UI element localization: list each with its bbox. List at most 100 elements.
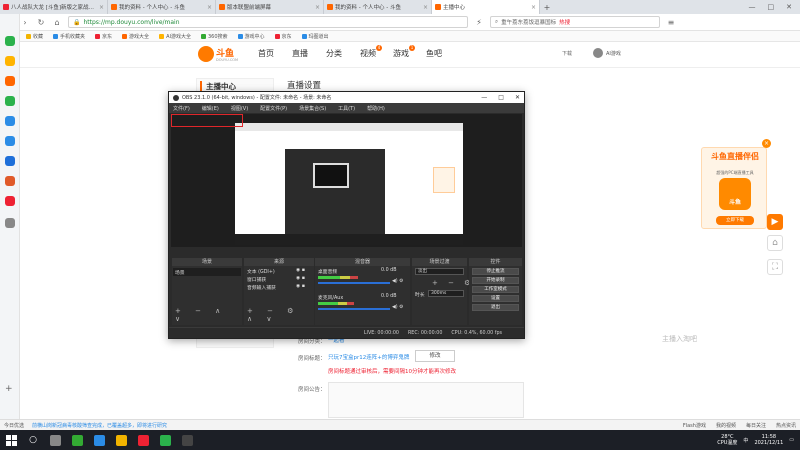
add-panel-icon[interactable]: + [5,384,13,394]
menu-icon[interactable]: ≡ [666,18,676,27]
browser-tab[interactable]: 我的资料 - 个人中心 - 斗鱼 × [108,0,216,14]
fullscreen-icon[interactable]: ⛶ [767,259,783,275]
side-panel-app-icon[interactable] [5,196,15,206]
source-item[interactable]: 文本 (GDI+) [247,268,275,275]
mute-speaker-icon[interactable]: ◀) ⚙ [392,305,403,310]
obs-menu-item[interactable]: 帮助(H) [367,105,385,112]
modify-title-button[interactable]: 修改 [415,350,455,362]
bookmark-item[interactable]: 玛图道出 [301,33,329,40]
obs-maximize-button[interactable]: □ [498,94,504,101]
obs-minimize-button[interactable]: — [481,94,487,101]
taskbar-app[interactable] [110,430,132,450]
status-link[interactable]: 我的视频 [716,422,736,429]
nav-item[interactable]: 鱼吧 [426,48,442,59]
announcement-textarea[interactable] [328,382,524,418]
ad-close-icon[interactable]: × [762,139,771,148]
notification-icon[interactable]: ▭ [789,437,794,443]
control-button[interactable]: 停止推流 [472,268,519,275]
transition-select[interactable]: 淡出 [415,268,464,275]
bolt-icon[interactable]: ⚡ [474,18,484,27]
taskbar-app[interactable] [154,430,176,450]
volume-slider[interactable] [318,308,390,310]
download-link[interactable]: 下载 [562,50,572,57]
username[interactable]: AI游戏 [606,50,621,57]
control-button[interactable]: 开始录制 [472,277,519,284]
bookmark-item[interactable]: 游戏中心 [237,33,265,40]
side-panel-app-icon[interactable] [5,76,15,86]
avatar[interactable] [593,48,603,58]
clock[interactable]: 11:58 2021/12/11 [754,434,783,446]
bookmark-item[interactable]: AI游戏大全 [159,33,191,40]
browser-tab[interactable]: 八人战队大龙 [斗鱼]新版之家战队第... × [0,0,108,14]
mute-speaker-icon[interactable]: ◀) ⚙ [392,279,403,284]
visibility-eye-icon[interactable]: ◉ ▪ [296,284,305,289]
maximize-button[interactable]: □ [768,3,775,11]
side-panel-app-icon[interactable] [5,36,15,46]
companion-app-ad[interactable]: 斗鱼直播伴侣 超强的PC端直播工具 斗鱼 立即下载 [701,147,767,229]
bookmark-item[interactable]: 手机收藏夹 [53,33,85,40]
side-panel-app-icon[interactable] [5,136,15,146]
side-panel-app-icon[interactable] [5,176,15,186]
tab-close-icon[interactable]: × [99,4,104,11]
douyu-logo[interactable]: 斗鱼 DOUYU.COM [198,45,240,65]
refresh-icon[interactable]: ↻ [36,18,46,27]
side-panel-app-icon[interactable] [5,116,15,126]
ad-download-button[interactable]: 立即下载 [716,216,754,225]
bookmark-item[interactable]: 收藏 [26,33,43,40]
forward-icon[interactable]: › [20,18,30,27]
news-ticker[interactable]: 前横山岗新冠病毒核酸筛查完成，已覆盖超多，即将进行研究 [32,422,167,429]
nav-item[interactable]: 分类 [326,48,342,59]
search-input[interactable]: ⌕ 重午荔东荔饭逗暴国标 热搜 [490,16,660,28]
browser-tab[interactable]: 版本联盟前端屏幕 × [216,0,324,14]
control-button[interactable]: 退出 [472,304,519,311]
nav-item[interactable]: 视频 [360,48,376,59]
tab-close-icon[interactable]: × [423,4,428,11]
visibility-eye-icon[interactable]: ◉ ▪ [296,276,305,281]
tab-close-icon[interactable]: × [207,4,212,11]
control-button[interactable]: 设置 [472,295,519,302]
taskbar-app[interactable] [66,430,88,450]
bookmark-item[interactable]: 京东 [95,33,112,40]
browser-tab[interactable]: 主播中心 × [432,0,540,14]
taskbar-app[interactable] [176,430,198,450]
search-taskbar-icon[interactable]: ○ [22,430,44,450]
bookmark-item[interactable]: 游戏大全 [122,33,149,40]
home-side-icon[interactable]: ⌂ [767,235,783,251]
tab-close-icon[interactable]: × [315,4,320,11]
browser-tab[interactable]: 我的资料 - 个人中心 - 斗鱼 × [324,0,432,14]
tab-close-icon[interactable]: × [531,4,536,11]
obs-menu-item[interactable]: 场景集合(S) [299,105,326,112]
volume-slider[interactable] [318,282,390,284]
source-selection-box[interactable] [171,114,243,127]
control-button[interactable]: 工作室模式 [472,286,519,293]
start-button[interactable] [0,430,22,450]
home-icon[interactable]: ⌂ [52,18,62,27]
nav-item[interactable]: 首页 [258,48,274,59]
taskbar-app[interactable] [132,430,154,450]
obs-menu-item[interactable]: 文件(F) [173,105,190,112]
obs-preview[interactable] [171,114,522,247]
side-panel-app-icon[interactable] [5,218,15,228]
bookmark-item[interactable]: 京东 [274,33,292,40]
taskbar-app[interactable] [44,430,66,450]
status-link[interactable]: 每日关注 [746,422,766,429]
visibility-eye-icon[interactable]: ◉ ▪ [296,268,305,273]
status-link[interactable]: 热点资讯 [776,422,796,429]
weather-widget[interactable]: 28°C CPU温度 [717,434,737,446]
obs-close-button[interactable]: ✕ [515,94,520,101]
scene-item[interactable]: 场景 [175,269,185,276]
minimize-button[interactable]: — [749,3,756,11]
obs-menu-item[interactable]: 视图(V) [231,105,248,112]
obs-menu-item[interactable]: 配置文件(P) [260,105,287,112]
nav-item[interactable]: 直播 [292,48,308,59]
new-tab-button[interactable]: + [540,0,554,14]
scenes-toolbar[interactable]: + − ∧ ∨ [175,307,242,323]
obs-menu-item[interactable]: 编辑(E) [202,105,219,112]
today-picks[interactable]: 今日优选 [4,422,24,429]
side-panel-app-icon[interactable] [5,156,15,166]
source-item[interactable]: 窗口捕获 [247,276,266,283]
sources-toolbar[interactable]: + − ⚙ ∧ ∨ [247,307,314,323]
close-button[interactable]: ✕ [786,3,792,11]
source-item[interactable]: 音频输入捕获 [247,284,276,291]
live-play-icon[interactable]: ▶ [767,214,783,230]
